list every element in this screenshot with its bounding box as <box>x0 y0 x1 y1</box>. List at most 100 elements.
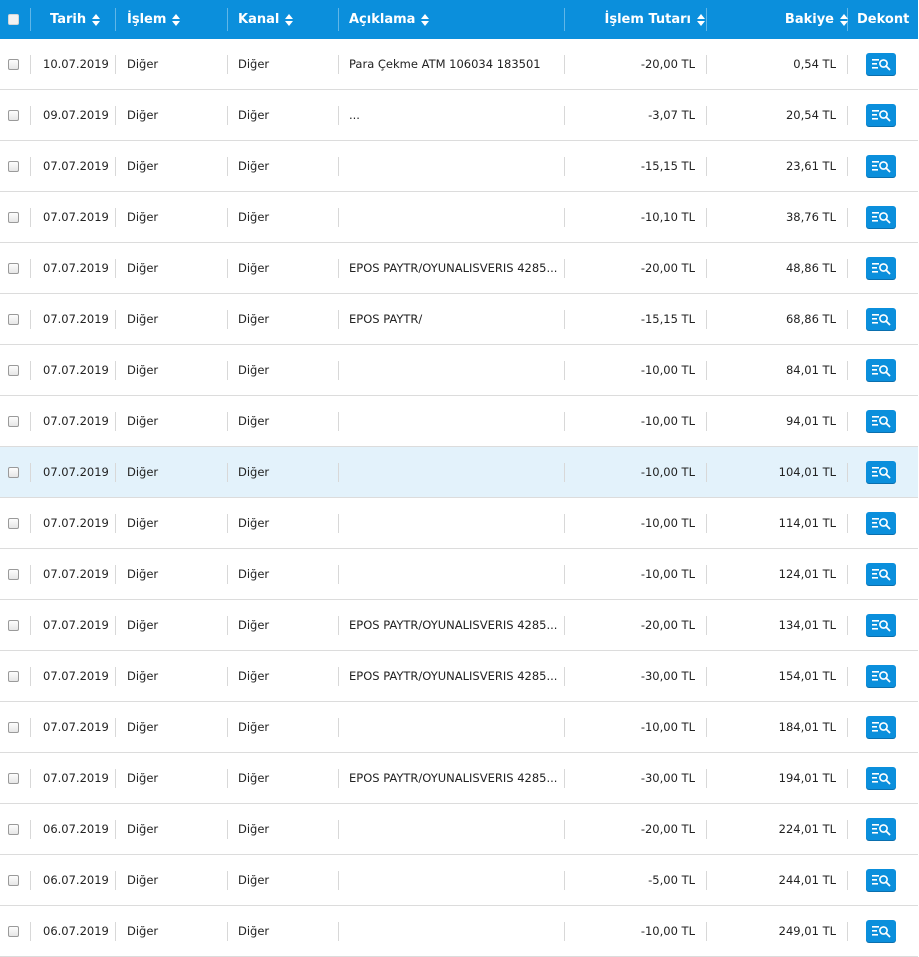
row-checkbox[interactable] <box>8 364 19 376</box>
dekont-button[interactable] <box>866 104 896 126</box>
table-row[interactable]: 07.07.2019 Diğer Diğer -10,10 TL 38,76 T… <box>0 192 918 243</box>
row-date: 07.07.2019 <box>43 618 109 632</box>
row-dekont-cell <box>866 396 896 446</box>
row-divider <box>847 106 848 125</box>
row-divider <box>115 310 116 329</box>
dekont-button[interactable] <box>866 155 896 177</box>
row-kanal: Diğer <box>238 159 270 173</box>
row-checkbox[interactable] <box>8 874 19 886</box>
table-row[interactable]: 07.07.2019 Diğer Diğer -10,00 TL 94,01 T… <box>0 396 918 447</box>
dekont-button[interactable] <box>866 665 896 687</box>
row-divider <box>30 514 31 533</box>
table-row[interactable]: 10.07.2019 Diğer Diğer Para Çekme ATM 10… <box>0 39 918 90</box>
row-checkbox[interactable] <box>8 772 19 784</box>
receipt-search-icon <box>872 365 891 377</box>
row-description: EPOS PAYTR/OYUNALISVERIS 4285... <box>349 669 558 683</box>
header-bakiye[interactable]: Bakiye <box>785 0 848 39</box>
row-select-cell <box>8 651 22 701</box>
table-row[interactable]: 07.07.2019 Diğer Diğer EPOS PAYTR/OYUNAL… <box>0 600 918 651</box>
row-checkbox[interactable] <box>8 313 19 325</box>
sort-icon[interactable] <box>285 13 294 26</box>
dekont-button[interactable] <box>866 767 896 789</box>
row-divider <box>338 259 339 278</box>
row-description <box>349 549 559 599</box>
select-all-checkbox[interactable] <box>8 14 19 25</box>
sort-icon[interactable] <box>172 13 181 26</box>
row-divider <box>706 106 707 125</box>
dekont-button[interactable] <box>866 308 896 330</box>
row-divider <box>847 565 848 584</box>
table-row[interactable]: 07.07.2019 Diğer Diğer EPOS PAYTR/OYUNAL… <box>0 651 918 702</box>
sort-icon[interactable] <box>92 13 101 26</box>
dekont-button[interactable] <box>866 53 896 75</box>
table-row[interactable]: 07.07.2019 Diğer Diğer -10,00 TL 114,01 … <box>0 498 918 549</box>
row-kanal: Diğer <box>238 312 270 326</box>
header-aciklama[interactable]: Açıklama <box>349 0 430 39</box>
row-kanal: Diğer <box>238 873 270 887</box>
table-row[interactable]: 06.07.2019 Diğer Diğer -20,00 TL 224,01 … <box>0 804 918 855</box>
row-divider <box>847 871 848 890</box>
sort-icon[interactable] <box>697 13 705 26</box>
row-checkbox[interactable] <box>8 109 19 121</box>
header-tarih[interactable]: Tarih <box>50 0 101 39</box>
row-checkbox[interactable] <box>8 415 19 427</box>
header-islem-tutari[interactable]: İşlem Tutarı <box>605 0 705 39</box>
row-checkbox[interactable] <box>8 568 19 580</box>
row-checkbox[interactable] <box>8 619 19 631</box>
table-row[interactable]: 06.07.2019 Diğer Diğer -5,00 TL 244,01 T… <box>0 855 918 906</box>
dekont-button[interactable] <box>866 920 896 942</box>
dekont-button[interactable] <box>866 461 896 483</box>
row-checkbox[interactable] <box>8 466 19 478</box>
row-checkbox[interactable] <box>8 823 19 835</box>
row-checkbox[interactable] <box>8 211 19 223</box>
header-kanal[interactable]: Kanal <box>238 0 294 39</box>
dekont-button[interactable] <box>866 512 896 534</box>
row-description: EPOS PAYTR/OYUNALISVERIS 4285... <box>349 261 558 275</box>
row-divider <box>338 922 339 941</box>
table-row[interactable]: 07.07.2019 Diğer Diğer -15,15 TL 23,61 T… <box>0 141 918 192</box>
table-row[interactable]: 07.07.2019 Diğer Diğer EPOS PAYTR/OYUNAL… <box>0 753 918 804</box>
dekont-button[interactable] <box>866 818 896 840</box>
dekont-button[interactable] <box>866 359 896 381</box>
row-balance: 184,01 TL <box>778 720 836 734</box>
dekont-button[interactable] <box>866 257 896 279</box>
row-dekont-cell <box>866 600 896 650</box>
table-row[interactable]: 07.07.2019 Diğer Diğer -10,00 TL 124,01 … <box>0 549 918 600</box>
row-description: EPOS PAYTR/OYUNALISVERIS 4285... <box>349 618 558 632</box>
row-checkbox[interactable] <box>8 670 19 682</box>
dekont-button[interactable] <box>866 614 896 636</box>
dekont-button[interactable] <box>866 869 896 891</box>
table-row[interactable]: 07.07.2019 Diğer Diğer -10,00 TL 84,01 T… <box>0 345 918 396</box>
table-row[interactable]: 07.07.2019 Diğer Diğer EPOS PAYTR/ -15,1… <box>0 294 918 345</box>
dekont-button[interactable] <box>866 206 896 228</box>
dekont-button[interactable] <box>866 410 896 432</box>
row-checkbox[interactable] <box>8 58 19 70</box>
receipt-search-icon <box>872 620 891 632</box>
row-kanal: Diğer <box>238 108 270 122</box>
row-divider <box>115 463 116 482</box>
row-islem: Diğer <box>127 108 159 122</box>
row-checkbox[interactable] <box>8 517 19 529</box>
row-divider <box>227 106 228 125</box>
row-checkbox[interactable] <box>8 160 19 172</box>
sort-icon[interactable] <box>421 13 430 26</box>
table-row[interactable]: 09.07.2019 Diğer Diğer ... -3,07 TL 20,5… <box>0 90 918 141</box>
dekont-button[interactable] <box>866 563 896 585</box>
row-select-cell <box>8 243 22 293</box>
row-dekont-cell <box>866 447 896 497</box>
row-divider <box>706 412 707 431</box>
row-checkbox[interactable] <box>8 721 19 733</box>
row-balance: 244,01 TL <box>778 873 836 887</box>
row-divider <box>227 55 228 74</box>
table-row[interactable]: 07.07.2019 Diğer Diğer EPOS PAYTR/OYUNAL… <box>0 243 918 294</box>
row-amount: -20,00 TL <box>640 57 695 71</box>
row-checkbox[interactable] <box>8 925 19 937</box>
dekont-button[interactable] <box>866 716 896 738</box>
row-kanal: Diğer <box>238 465 270 479</box>
header-islem[interactable]: İşlem <box>127 0 181 39</box>
table-row[interactable]: 06.07.2019 Diğer Diğer -10,00 TL 249,01 … <box>0 906 918 957</box>
table-row[interactable]: 07.07.2019 Diğer Diğer -10,00 TL 184,01 … <box>0 702 918 753</box>
row-checkbox[interactable] <box>8 262 19 274</box>
table-row[interactable]: 07.07.2019 Diğer Diğer -10,00 TL 104,01 … <box>0 447 918 498</box>
row-balance: 23,61 TL <box>785 159 836 173</box>
